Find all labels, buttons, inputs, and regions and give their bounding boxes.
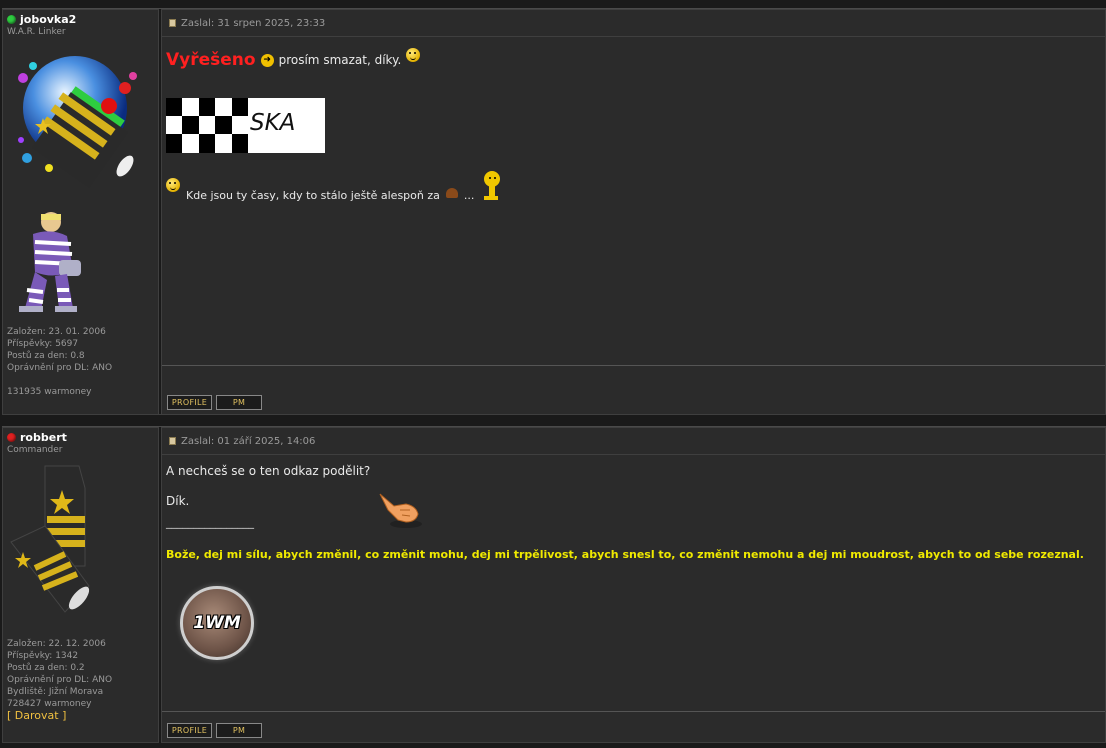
checkered-flag-icon (166, 98, 248, 153)
signature-text: Bože, dej mi sílu, abych změnil, co změn… (166, 548, 1084, 561)
offline-status-icon (7, 433, 16, 442)
user-sidebar: jobovka2 W.A.R. Linker Založen: 23. 01. … (2, 9, 159, 415)
online-status-icon (7, 15, 16, 24)
donate-link[interactable]: Darovat (15, 709, 59, 722)
username[interactable]: robbert (7, 431, 67, 444)
smiley-icon (406, 48, 421, 62)
solved-label: Vyřešeno (166, 50, 256, 70)
post-footer: PROFILE PM (162, 711, 1105, 742)
username[interactable]: jobovka2 (7, 13, 76, 26)
post-2: robbert Commander Založen: 22. 12. 2006 … (2, 426, 1106, 743)
sad-smiley-icon (166, 178, 180, 192)
post-date: Zaslal: 01 září 2025, 14:06 (181, 435, 316, 447)
thinking-smiley-icon (484, 171, 501, 200)
avatar-character-icon (19, 212, 81, 312)
rank-avatar-icon (18, 56, 137, 188)
post-header: Zaslal: 31 srpen 2025, 23:33 (162, 10, 1105, 37)
signature-divider: ________________ (166, 516, 254, 529)
post-line-1: Vyřešeno ➜ prosím smazat, díky. (166, 48, 421, 70)
arrow-right-icon: ➜ (260, 53, 274, 67)
pm-button[interactable]: PM (216, 395, 262, 410)
post-1: jobovka2 W.A.R. Linker Založen: 23. 01. … (2, 8, 1106, 415)
banner-text: SKA (250, 110, 296, 136)
user-rank: W.A.R. Linker (7, 27, 66, 37)
user-stats: Založen: 23. 01. 2006 Příspěvky: 5697 Po… (7, 327, 113, 397)
user-sidebar: robbert Commander Založen: 22. 12. 2006 … (2, 427, 159, 743)
post-date: Zaslal: 31 srpen 2025, 23:33 (181, 17, 326, 29)
commander-shoulder-board-icon (10, 465, 90, 613)
pointing-hand-icon (379, 493, 422, 528)
poop-icon (445, 188, 458, 198)
post-footer: PROFILE PM (162, 365, 1105, 414)
post-content: Zaslal: 01 září 2025, 14:06 A nechceš se… (161, 427, 1106, 743)
post-line-2: Kde jsou ty časy, kdy to stálo ještě ale… (166, 170, 502, 206)
pm-button[interactable]: PM (216, 723, 262, 738)
post-line-2: Dík. (166, 494, 190, 508)
checkered-banner: SKA (166, 98, 325, 153)
profile-button[interactable]: PROFILE (167, 723, 212, 738)
warmoney-badge: 1WM (180, 586, 254, 660)
donate-control: [ Darovat ] (7, 709, 67, 722)
post-icon (169, 437, 176, 445)
post-icon (169, 19, 176, 27)
profile-button[interactable]: PROFILE (167, 395, 212, 410)
post-header: Zaslal: 01 září 2025, 14:06 (162, 428, 1105, 455)
post-content: Zaslal: 31 srpen 2025, 23:33 Vyřešeno ➜ … (161, 9, 1106, 415)
post-line-1: A nechceš se o ten odkaz podělit? (166, 464, 371, 478)
user-rank: Commander (7, 445, 63, 455)
user-stats: Založen: 22. 12. 2006 Příspěvky: 1342 Po… (7, 639, 113, 722)
